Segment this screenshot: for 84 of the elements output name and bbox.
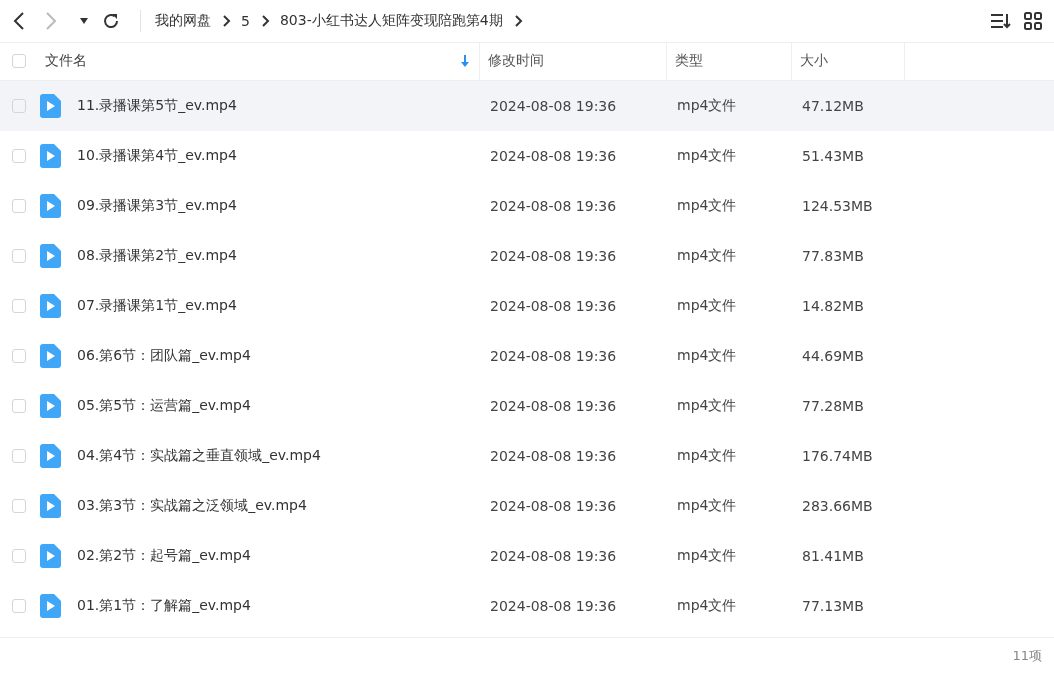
table-cell-text: 51.43MB bbox=[801, 146, 865, 166]
file-name[interactable]: 04.第4节：实战篇之垂直领域_ev.mp4 bbox=[77, 446, 321, 465]
breadcrumb-link[interactable]: 803-小红书达人矩阵变现陪跑第4期 bbox=[279, 12, 503, 31]
file-name[interactable]: 08.录播课第2节_ev.mp4 bbox=[77, 246, 237, 265]
table-cell-text: 176.74MB bbox=[801, 446, 874, 466]
video-file-icon bbox=[40, 193, 61, 218]
forward-icon[interactable] bbox=[44, 11, 58, 32]
table-cell-text: 77.28MB bbox=[801, 396, 865, 416]
table-cell-text: 124.53MB bbox=[801, 196, 874, 216]
row-checkbox[interactable] bbox=[12, 98, 26, 113]
video-file-icon bbox=[40, 493, 61, 518]
row-checkbox[interactable] bbox=[12, 248, 26, 263]
file-name[interactable]: 01.第1节：了解篇_ev.mp4 bbox=[77, 596, 251, 615]
breadcrumb-link[interactable]: 5 bbox=[241, 13, 250, 30]
table-cell-text: mp4文件 bbox=[676, 195, 738, 215]
video-file-icon bbox=[40, 343, 61, 368]
table-cell-text: mp4文件 bbox=[676, 295, 738, 315]
table-cell-text: mp4文件 bbox=[676, 495, 738, 515]
chevron-icon bbox=[223, 15, 231, 28]
file-name[interactable]: 06.第6节：团队篇_ev.mp4 bbox=[77, 346, 251, 365]
table-cell-text: 44.69MB bbox=[801, 346, 865, 366]
table-cell-text: 2024-08-08 19:36 bbox=[489, 546, 618, 566]
column-header[interactable]: 大小 bbox=[800, 52, 828, 71]
table-cell-text: mp4文件 bbox=[676, 345, 738, 365]
column-header[interactable]: 类型 bbox=[675, 52, 703, 71]
file-name[interactable]: 03.第3节：实战篇之泛领域_ev.mp4 bbox=[77, 496, 307, 515]
table-cell-text: 2024-08-08 19:36 bbox=[489, 446, 618, 466]
video-file-icon bbox=[40, 393, 61, 418]
table-cell-text: 2024-08-08 19:36 bbox=[489, 296, 618, 316]
table-cell-text: mp4文件 bbox=[676, 395, 738, 415]
refresh-icon[interactable] bbox=[102, 12, 120, 31]
table-cell-text: 2024-08-08 19:36 bbox=[489, 196, 618, 216]
table-cell-text: 77.83MB bbox=[801, 246, 865, 266]
video-file-icon bbox=[40, 243, 61, 268]
item-count: 11项 bbox=[1012, 646, 1042, 665]
table-cell-text: mp4文件 bbox=[676, 445, 738, 465]
row-checkbox[interactable] bbox=[12, 148, 26, 163]
table-cell-text: 14.82MB bbox=[801, 296, 865, 316]
column-header[interactable]: 文件名 bbox=[45, 52, 87, 71]
table-cell-text: 2024-08-08 19:36 bbox=[489, 146, 618, 166]
table-cell-text: mp4文件 bbox=[676, 545, 738, 565]
video-file-icon bbox=[40, 293, 61, 318]
row-checkbox[interactable] bbox=[12, 198, 26, 213]
video-file-icon bbox=[40, 543, 61, 568]
row-checkbox[interactable] bbox=[12, 398, 26, 413]
chevron-icon bbox=[261, 15, 270, 28]
table-cell-text: 2024-08-08 19:36 bbox=[489, 346, 618, 366]
row-checkbox[interactable] bbox=[12, 298, 26, 313]
row-checkbox[interactable] bbox=[12, 548, 26, 563]
table-cell-text: 2024-08-08 19:36 bbox=[489, 596, 618, 616]
video-file-icon bbox=[40, 93, 61, 118]
table-cell-text: 2024-08-08 19:36 bbox=[489, 96, 618, 116]
table-cell-text: 2024-08-08 19:36 bbox=[489, 396, 618, 416]
video-file-icon bbox=[40, 443, 61, 468]
select-all-checkbox[interactable] bbox=[12, 54, 26, 69]
table-cell-text: mp4文件 bbox=[676, 595, 738, 615]
file-name[interactable]: 02.第2节：起号篇_ev.mp4 bbox=[77, 546, 251, 565]
row-checkbox[interactable] bbox=[12, 498, 26, 513]
breadcrumb-link[interactable]: 我的网盘 bbox=[155, 12, 211, 31]
table-cell-text: 47.12MB bbox=[801, 96, 865, 116]
sort-list-icon[interactable] bbox=[990, 13, 1012, 30]
file-name[interactable]: 10.录播课第4节_ev.mp4 bbox=[77, 146, 237, 165]
file-name[interactable]: 05.第5节：运营篇_ev.mp4 bbox=[77, 396, 251, 415]
file-name[interactable]: 09.录播课第3节_ev.mp4 bbox=[77, 196, 237, 215]
table-cell-text: 81.41MB bbox=[801, 546, 865, 566]
table-cell-text: 2024-08-08 19:36 bbox=[489, 496, 618, 516]
video-file-icon bbox=[40, 143, 61, 168]
chevron-icon bbox=[514, 15, 523, 28]
video-file-icon bbox=[40, 593, 61, 618]
table-cell-text: 2024-08-08 19:36 bbox=[489, 246, 618, 266]
back-icon[interactable] bbox=[12, 11, 26, 32]
row-checkbox[interactable] bbox=[12, 598, 26, 613]
grid-view-icon[interactable] bbox=[1024, 12, 1042, 31]
file-name[interactable]: 11.录播课第5节_ev.mp4 bbox=[77, 96, 237, 115]
dropdown-caret-icon[interactable] bbox=[80, 18, 88, 25]
file-name[interactable]: 07.录播课第1节_ev.mp4 bbox=[77, 296, 237, 315]
table-cell-text: 77.13MB bbox=[801, 596, 865, 616]
row-checkbox[interactable] bbox=[12, 348, 26, 363]
table-cell-text: mp4文件 bbox=[676, 245, 738, 265]
row-checkbox[interactable] bbox=[12, 448, 26, 463]
table-cell-text: mp4文件 bbox=[676, 145, 738, 165]
column-header[interactable]: 修改时间 bbox=[488, 52, 544, 71]
table-cell-text: mp4文件 bbox=[676, 95, 738, 115]
table-cell-text: 283.66MB bbox=[801, 496, 874, 516]
